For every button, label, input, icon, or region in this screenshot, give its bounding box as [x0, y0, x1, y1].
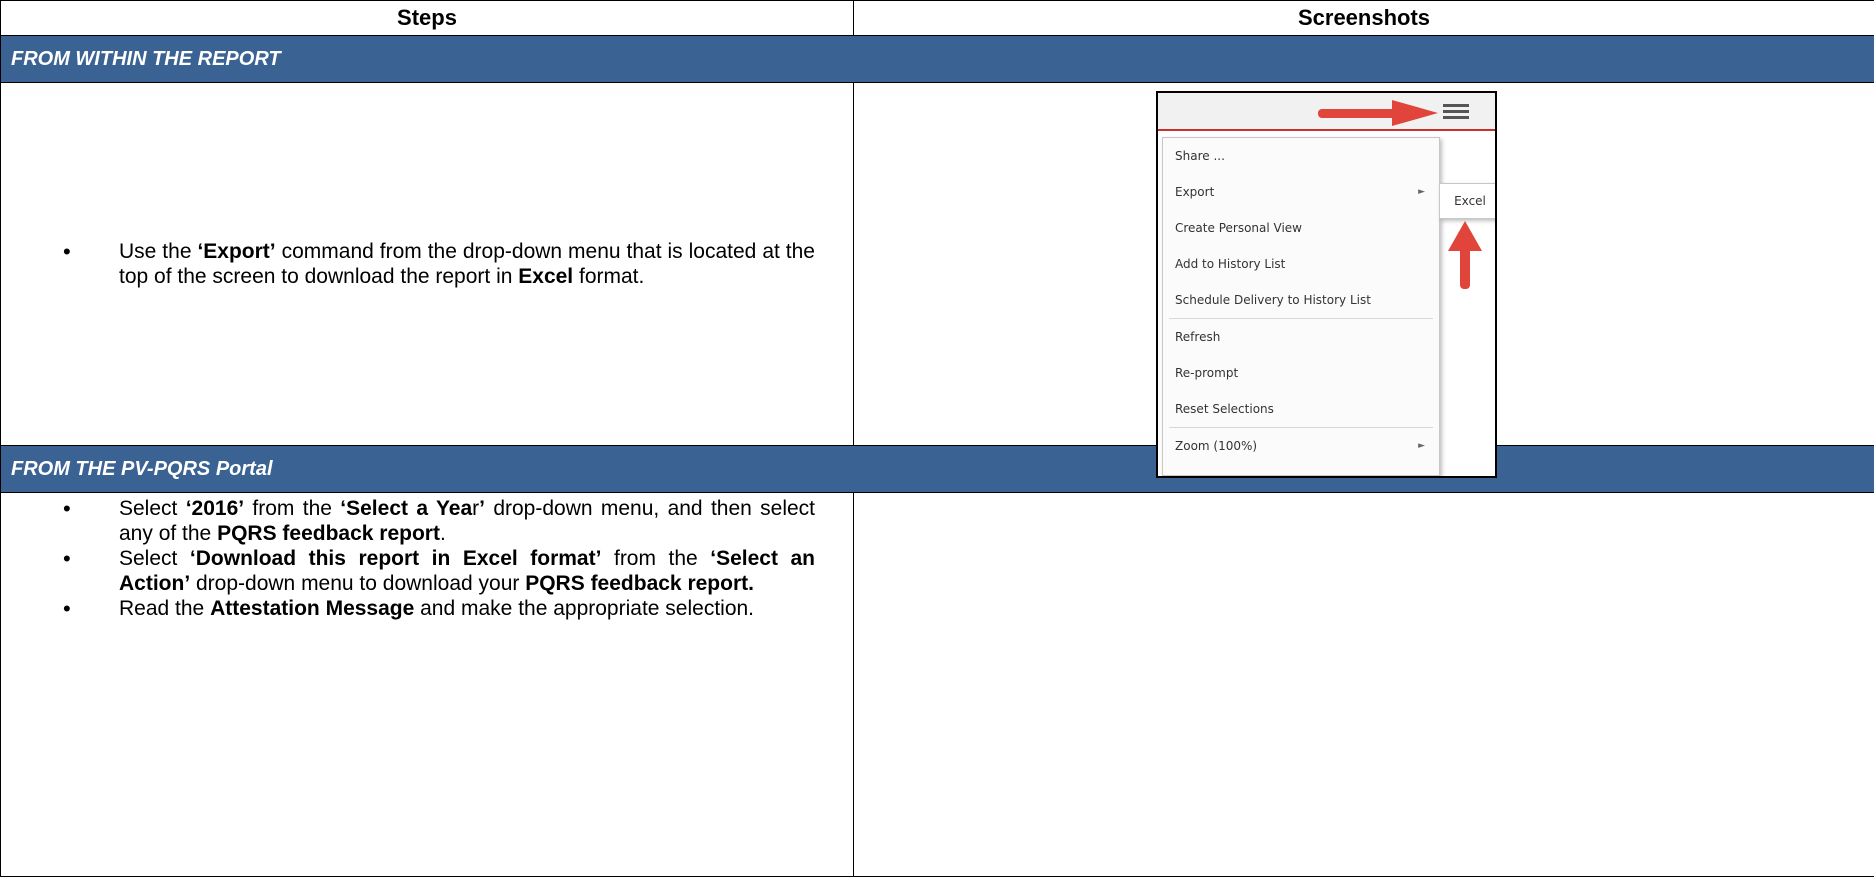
- bullet-select-year: Select ‘2016’ from the ‘Select a Year’ d…: [63, 496, 815, 546]
- section-title-portal: FROM THE PV-PQRS Portal: [0, 445, 1874, 493]
- export-menu-screenshot: Share ... Export ► Create Personal View A…: [1156, 91, 1497, 478]
- screenshot-cell-report: Share ... Export ► Create Personal View A…: [853, 82, 1874, 478]
- header-row: Steps Screenshots: [0, 0, 1874, 36]
- dropdown-menu: Share ... Export ► Create Personal View A…: [1162, 137, 1440, 476]
- submenu-item-excel[interactable]: Excel: [1439, 183, 1495, 219]
- menu-item-reset-selections[interactable]: Reset Selections: [1163, 391, 1439, 427]
- screenshots-header: Screenshots: [853, 0, 1874, 36]
- step-row-report: Use the ‘Export’ command from the drop-d…: [0, 82, 1874, 478]
- steps-cell-report: Use the ‘Export’ command from the drop-d…: [0, 82, 854, 446]
- menu-item-add-to-history[interactable]: Add to History List: [1163, 246, 1439, 282]
- bullet-attestation: Read the Attestation Message and make th…: [63, 596, 815, 621]
- menu-item-share[interactable]: Share ...: [1163, 138, 1439, 174]
- steps-header: Steps: [0, 0, 854, 36]
- menu-item-schedule-delivery[interactable]: Schedule Delivery to History List: [1163, 282, 1439, 318]
- steps-cell-portal: Select ‘2016’ from the ‘Select a Year’ d…: [0, 492, 854, 877]
- menu-item-reprompt[interactable]: Re-prompt: [1163, 355, 1439, 391]
- section-title-report: FROM WITHIN THE REPORT: [0, 35, 1874, 83]
- menu-item-refresh[interactable]: Refresh: [1163, 319, 1439, 355]
- instruction-table: Steps Screenshots FROM WITHIN THE REPORT…: [0, 0, 1874, 877]
- bullet-download-excel: Select ‘Download this report in Excel fo…: [63, 546, 815, 596]
- hamburger-menu-icon[interactable]: [1443, 104, 1469, 120]
- menu-item-zoom[interactable]: Zoom (100%) ►: [1163, 428, 1439, 464]
- screenshot-cell-portal: [853, 492, 1874, 877]
- submenu-arrow-icon: ►: [1418, 441, 1425, 451]
- red-arrow-up-icon: [1448, 221, 1482, 289]
- section-band-portal: FROM THE PV-PQRS Portal: [0, 445, 1874, 493]
- submenu-arrow-icon: ►: [1418, 187, 1425, 197]
- red-arrow-right-icon: [1318, 100, 1438, 126]
- bullet-export: Use the ‘Export’ command from the drop-d…: [63, 239, 815, 289]
- menu-item-create-personal-view[interactable]: Create Personal View: [1163, 210, 1439, 246]
- step-row-portal: Select ‘2016’ from the ‘Select a Year’ d…: [0, 492, 1874, 877]
- menu-item-export[interactable]: Export ►: [1163, 174, 1439, 210]
- section-band-report: FROM WITHIN THE REPORT: [0, 35, 1874, 83]
